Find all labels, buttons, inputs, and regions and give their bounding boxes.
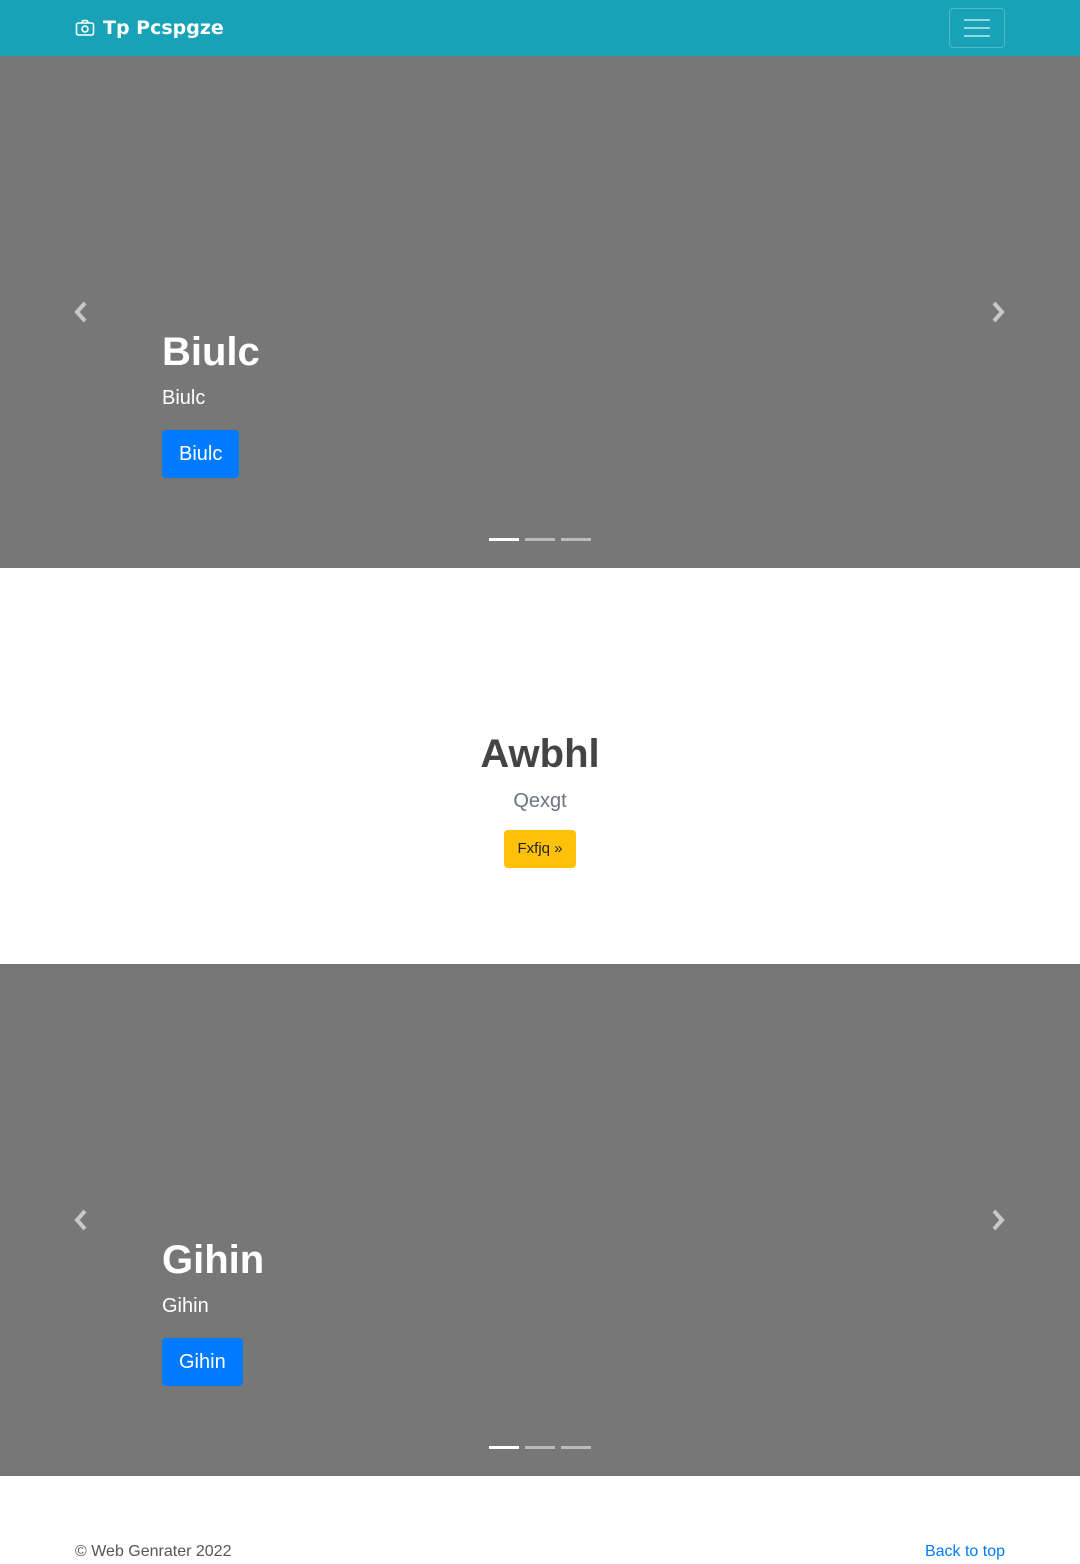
brand-link[interactable]: Tp Pcspgze [75,14,224,42]
carousel-next-button[interactable] [988,298,1008,326]
carousel-bottom: Gihin Gihin Gihin [0,964,1080,1476]
copyright-text: © Web Genrater 2022 [75,1543,232,1560]
navbar-toggler-button[interactable] [949,8,1005,48]
carousel-prev-button[interactable] [71,1206,91,1234]
carousel-cta-button[interactable]: Gihin [162,1338,243,1386]
carousel-title: Biulc [162,330,260,374]
brand-name: Tp Pcspgze [103,17,224,39]
hamburger-menu-icon [964,19,990,37]
carousel-indicator-3[interactable] [561,538,591,541]
carousel-indicators [489,538,591,542]
carousel-indicator-1[interactable] [489,1446,519,1449]
chevron-left-icon [74,301,87,323]
carousel-indicators [489,1446,591,1450]
camera-icon [75,19,95,36]
hero-lead: Qexgt [513,790,567,812]
page-footer: © Web Genrater 2022 Back to top [0,1476,1080,1564]
carousel-prev-button[interactable] [71,298,91,326]
carousel-indicator-2[interactable] [525,538,555,541]
back-to-top-link[interactable]: Back to top [925,1542,1005,1562]
carousel-text: Gihin [162,1295,209,1317]
carousel-indicator-1[interactable] [489,538,519,541]
carousel-next-button[interactable] [988,1206,1008,1234]
chevron-left-icon [74,1209,87,1231]
top-navbar: Tp Pcspgze [0,0,1080,56]
chevron-right-icon [992,1209,1005,1231]
hero-title: Awbhl [480,732,600,776]
hero-section: Awbhl Qexgt Fxfjq » [0,568,1080,964]
carousel-caption: Biulc Biulc Biulc [162,328,762,478]
carousel-caption: Gihin Gihin Gihin [162,1236,762,1386]
carousel-title: Gihin [162,1238,265,1282]
hero-button[interactable]: Fxfjq » [504,830,576,868]
carousel-indicator-2[interactable] [525,1446,555,1449]
carousel-top: Biulc Biulc Biulc [0,56,1080,568]
carousel-cta-button[interactable]: Biulc [162,430,240,478]
chevron-right-icon [992,301,1005,323]
carousel-indicator-3[interactable] [561,1446,591,1449]
carousel-text: Biulc [162,387,206,409]
